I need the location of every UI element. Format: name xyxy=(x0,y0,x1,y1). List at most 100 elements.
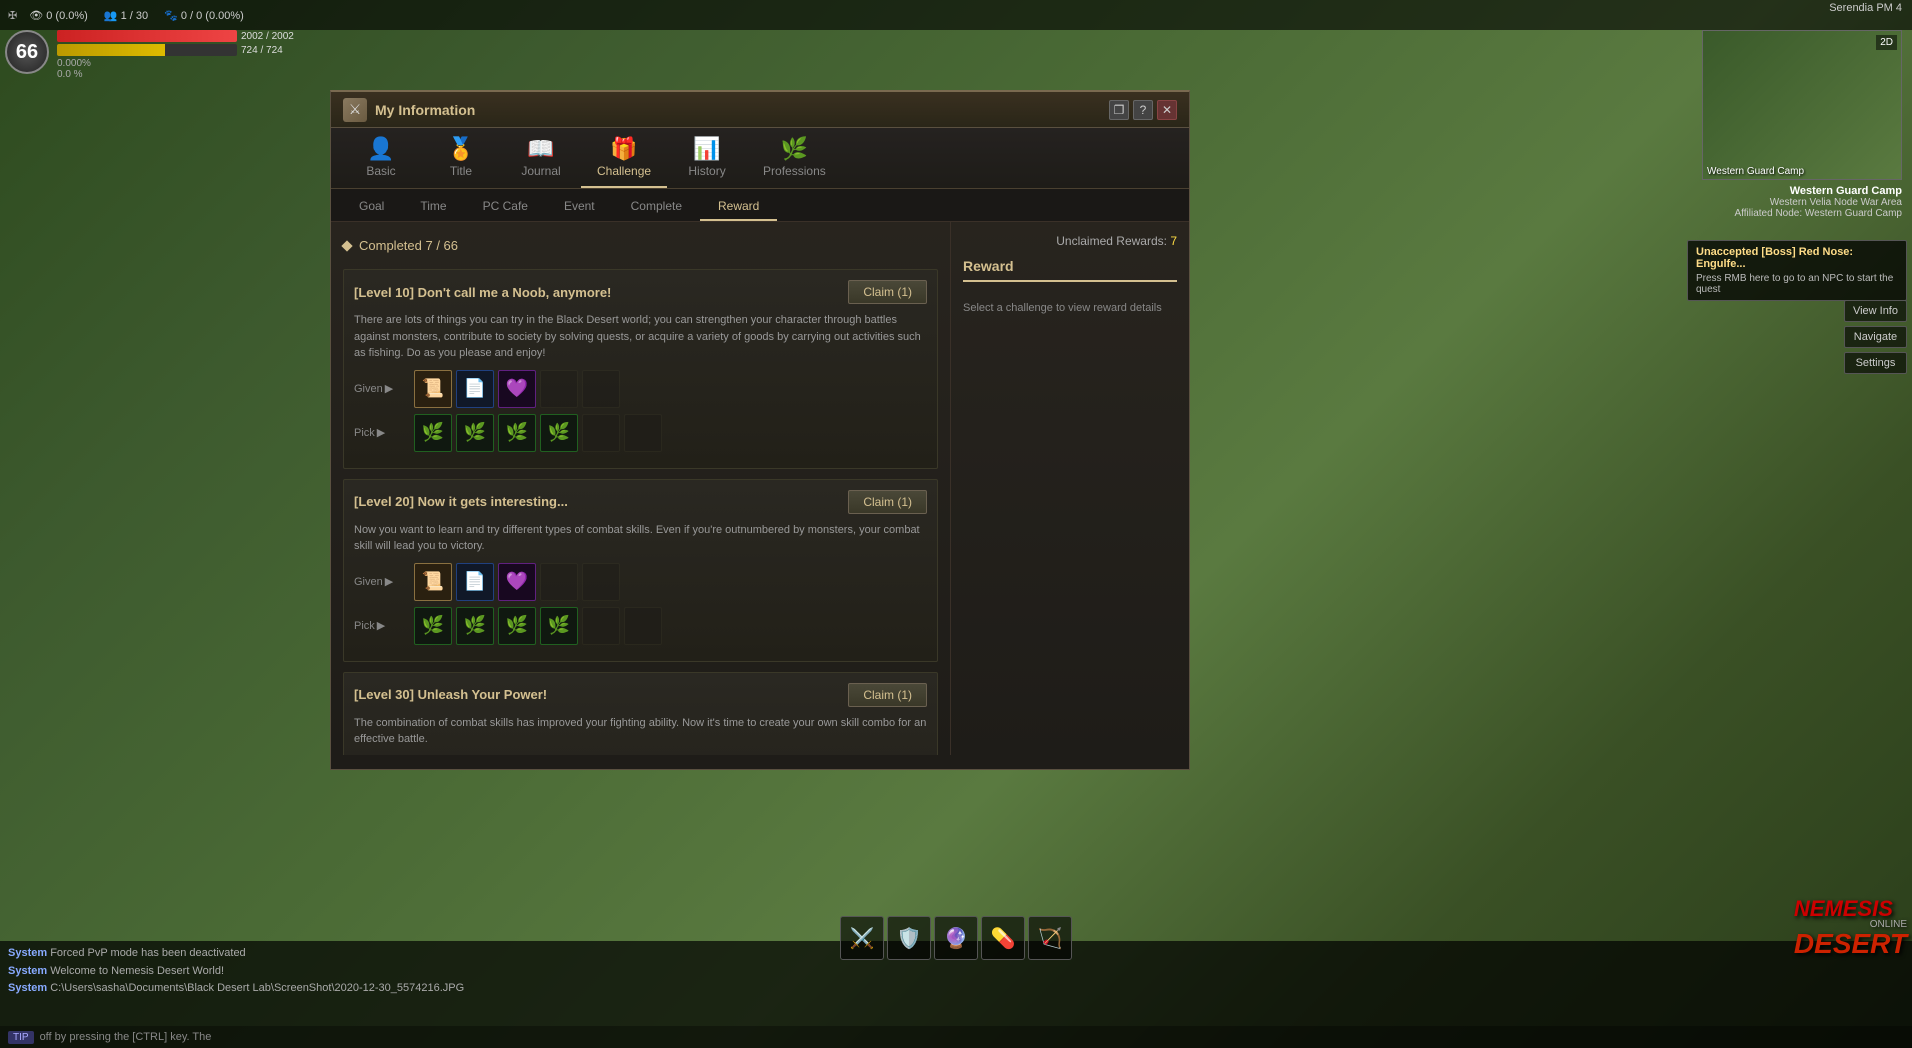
challenge-title-lv10: [Level 10] Don't call me a Noob, anymore… xyxy=(354,285,611,300)
hotbar-slot-2[interactable]: 🛡️ xyxy=(887,916,931,960)
window-header: ⚔ My Information ❐ ? ✕ xyxy=(331,92,1189,128)
sub-tab-time[interactable]: Time xyxy=(402,193,464,221)
challenge-rewards-lv20: Given ▶ 📜 📄 💜 Pick xyxy=(354,563,927,645)
tab-professions[interactable]: 🌿 Professions xyxy=(747,128,842,188)
given-label-lv10: Given ▶ xyxy=(354,382,414,395)
hotbar-slot-3[interactable]: 🔮 xyxy=(934,916,978,960)
server-time: Serendia PM 4 xyxy=(1829,2,1902,14)
title-tab-icon: 🏅 xyxy=(447,136,474,162)
tab-bar: 👤 Basic 🏅 Title 📖 Journal 🎁 Challenge 📊 … xyxy=(331,128,1189,189)
restore-button[interactable]: ❐ xyxy=(1109,100,1129,120)
level-badge: 66 xyxy=(5,30,49,74)
professions-tab-icon: 🌿 xyxy=(781,136,808,162)
completed-text: Completed 7 / 66 xyxy=(359,238,458,253)
challenge-card-lv20: [Level 20] Now it gets interesting... Cl… xyxy=(343,479,938,662)
pick-arrow-lv20: ▶ xyxy=(377,619,385,632)
tip-tag: TIP xyxy=(8,1031,34,1044)
given-label-lv20: Given ▶ xyxy=(354,575,414,588)
given-item-2: 📄 xyxy=(456,370,494,408)
quest-title: Unaccepted [Boss] Red Nose: Engulfe... xyxy=(1696,246,1898,270)
sub-tab-goal[interactable]: Goal xyxy=(341,193,402,221)
claim-button-lv20[interactable]: Claim (1) xyxy=(848,490,927,514)
challenge-tab-icon: 🎁 xyxy=(610,136,637,162)
main-window: ⚔ My Information ❐ ? ✕ 👤 Basic 🏅 Title 📖… xyxy=(330,90,1190,770)
sub-tab-pc-cafe[interactable]: PC Cafe xyxy=(465,193,546,221)
chat-text-2: Welcome to Nemesis Desert World! xyxy=(50,965,224,977)
hotbar-slot-1[interactable]: ⚔️ xyxy=(840,916,884,960)
view-info-button[interactable]: View Info xyxy=(1844,300,1907,322)
hotbar-slot-4[interactable]: 💊 xyxy=(981,916,1025,960)
bdo-brand-name: NEMESIS xyxy=(1794,898,1907,920)
location-main: Western Guard Camp xyxy=(1735,185,1903,197)
tab-title[interactable]: 🏅 Title xyxy=(421,128,501,188)
minimap[interactable]: 2D Western Guard Camp xyxy=(1702,30,1902,180)
quest-notification[interactable]: Unaccepted [Boss] Red Nose: Engulfe... P… xyxy=(1687,240,1907,301)
pick-row-lv10: Pick ▶ 🌿 🌿 🌿 🌿 xyxy=(354,414,927,452)
close-button[interactable]: ✕ xyxy=(1157,100,1177,120)
help-button[interactable]: ? xyxy=(1133,100,1153,120)
quest-hint: Press RMB here to go to an NPC to start … xyxy=(1696,273,1898,295)
g2-item-5 xyxy=(582,563,620,601)
chat-line-2: System Welcome to Nemesis Desert World! xyxy=(8,963,1904,981)
g2-item-1: 📜 xyxy=(414,563,452,601)
pick-item-3: 🌿 xyxy=(498,414,536,452)
pick-items-lv10: 🌿 🌿 🌿 🌿 xyxy=(414,414,662,452)
tab-challenge[interactable]: 🎁 Challenge xyxy=(581,128,667,188)
sub-tab-event[interactable]: Event xyxy=(546,193,613,221)
challenge-header-lv30: [Level 30] Unleash Your Power! Claim (1) xyxy=(354,683,927,707)
hotbar-slot-5[interactable]: 🏹 xyxy=(1028,916,1072,960)
given-row-lv20: Given ▶ 📜 📄 💜 xyxy=(354,563,927,601)
tab-basic[interactable]: 👤 Basic xyxy=(341,128,421,188)
p2-item-6 xyxy=(624,607,662,645)
p2-item-3: 🌿 xyxy=(498,607,536,645)
sub-tab-bar: Goal Time PC Cafe Event Complete Reward xyxy=(331,189,1189,222)
unclaimed-count: 7 xyxy=(1170,234,1177,248)
mp-bar-bg xyxy=(57,44,237,56)
sub-tab-complete[interactable]: Complete xyxy=(613,193,700,221)
claim-button-lv30[interactable]: Claim (1) xyxy=(848,683,927,707)
settings-button[interactable]: Settings xyxy=(1844,352,1907,374)
tip-bar: TIP off by pressing the [CTRL] key. The xyxy=(0,1026,1912,1048)
completed-header: Completed 7 / 66 xyxy=(343,234,938,257)
chat-text-3: C:\Users\sasha\Documents\Black Desert La… xyxy=(50,982,464,994)
chat-tag-1: System xyxy=(8,947,47,959)
pets-indicator: 🐾 0 / 0 (0.00%) xyxy=(164,9,244,22)
challenge-header-lv20: [Level 20] Now it gets interesting... Cl… xyxy=(354,490,927,514)
chat-text-1: Forced PvP mode has been deactivated xyxy=(50,947,245,959)
sub-tab-reward[interactable]: Reward xyxy=(700,193,777,221)
claim-button-lv10[interactable]: Claim (1) xyxy=(848,280,927,304)
hp-bar-fill xyxy=(57,30,237,42)
tab-journal[interactable]: 📖 Journal xyxy=(501,128,581,188)
tab-history[interactable]: 📊 History xyxy=(667,128,747,188)
window-controls: ❐ ? ✕ xyxy=(1109,100,1177,120)
p2-item-1: 🌿 xyxy=(414,607,452,645)
challenge-desc-lv20: Now you want to learn and try different … xyxy=(354,522,927,555)
map-mode-2d: 2D xyxy=(1876,35,1897,50)
challenge-list: Completed 7 / 66 [Level 10] Don't call m… xyxy=(331,222,951,755)
p2-item-5 xyxy=(582,607,620,645)
pick-item-4: 🌿 xyxy=(540,414,578,452)
pvp-indicator: 👁 0 (0.0%) xyxy=(29,9,88,22)
minimap-location: Western Guard Camp xyxy=(1707,166,1804,177)
chat-tag-2: System xyxy=(8,965,47,977)
g2-item-4 xyxy=(540,563,578,601)
secondary-label: 0.0 % xyxy=(57,69,294,80)
challenge-title-lv20: [Level 20] Now it gets interesting... xyxy=(354,494,568,509)
challenge-header-lv10: [Level 10] Don't call me a Noob, anymore… xyxy=(354,280,927,304)
hp-label: 2002 / 2002 xyxy=(241,31,294,42)
pick-item-2: 🌿 xyxy=(456,414,494,452)
challenge-tab-label: Challenge xyxy=(597,164,651,178)
pick-item-1: 🌿 xyxy=(414,414,452,452)
p2-item-4: 🌿 xyxy=(540,607,578,645)
pick-items-lv20: 🌿 🌿 🌿 🌿 xyxy=(414,607,662,645)
professions-tab-label: Professions xyxy=(763,164,826,178)
pick-item-6 xyxy=(624,414,662,452)
navigate-button[interactable]: Navigate xyxy=(1844,326,1907,348)
health-bars: 2002 / 2002 724 / 724 0.000% 0.0 % xyxy=(57,30,294,80)
chat-tag-3: System xyxy=(8,982,47,994)
mp-label: 724 / 724 xyxy=(241,45,283,56)
chat-line-3: System C:\Users\sasha\Documents\Black De… xyxy=(8,980,1904,998)
party-indicator: 👥 1 / 30 xyxy=(104,9,148,22)
unclaimed-rewards: Unclaimed Rewards: 7 xyxy=(963,234,1177,248)
bdo-brand: NEMESIS ONLINE DESERT xyxy=(1794,898,1907,958)
